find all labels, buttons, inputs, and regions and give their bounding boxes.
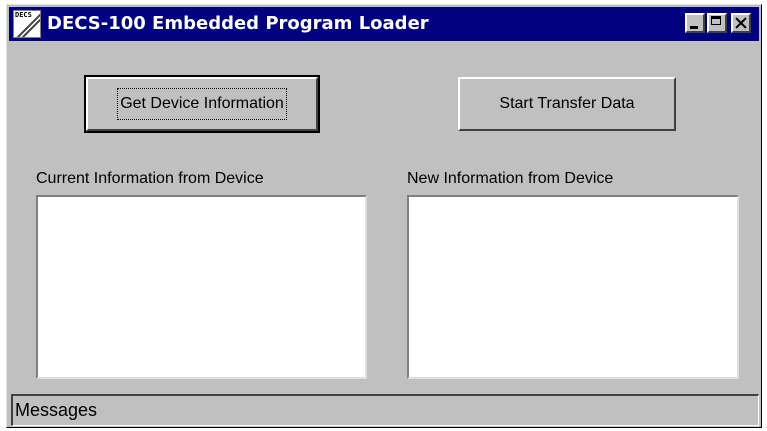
app-icon-label: DECS (15, 11, 32, 19)
minimize-icon[interactable] (685, 13, 705, 33)
window-title: DECS-100 Embedded Program Loader (47, 13, 429, 34)
start-transfer-data-button[interactable]: Start Transfer Data (458, 77, 676, 131)
get-device-information-button[interactable]: Get Device Information (84, 75, 320, 133)
get-device-information-label: Get Device Information (117, 88, 287, 120)
new-information-textbox[interactable] (407, 195, 739, 379)
title-bar[interactable]: DECS DECS-100 Embedded Program Loader (9, 7, 759, 41)
maximize-icon[interactable] (707, 13, 727, 33)
current-information-textbox[interactable] (36, 195, 367, 379)
current-information-label: Current Information from Device (36, 170, 264, 187)
start-transfer-data-label: Start Transfer Data (499, 95, 635, 112)
app-icon[interactable]: DECS (13, 10, 41, 38)
messages-status-bar: Messages (11, 394, 759, 426)
new-information-label: New Information from Device (407, 170, 614, 187)
close-icon[interactable] (731, 13, 751, 33)
program-loader-window: DECS DECS-100 Embedded Program Loader Ge… (6, 4, 762, 428)
